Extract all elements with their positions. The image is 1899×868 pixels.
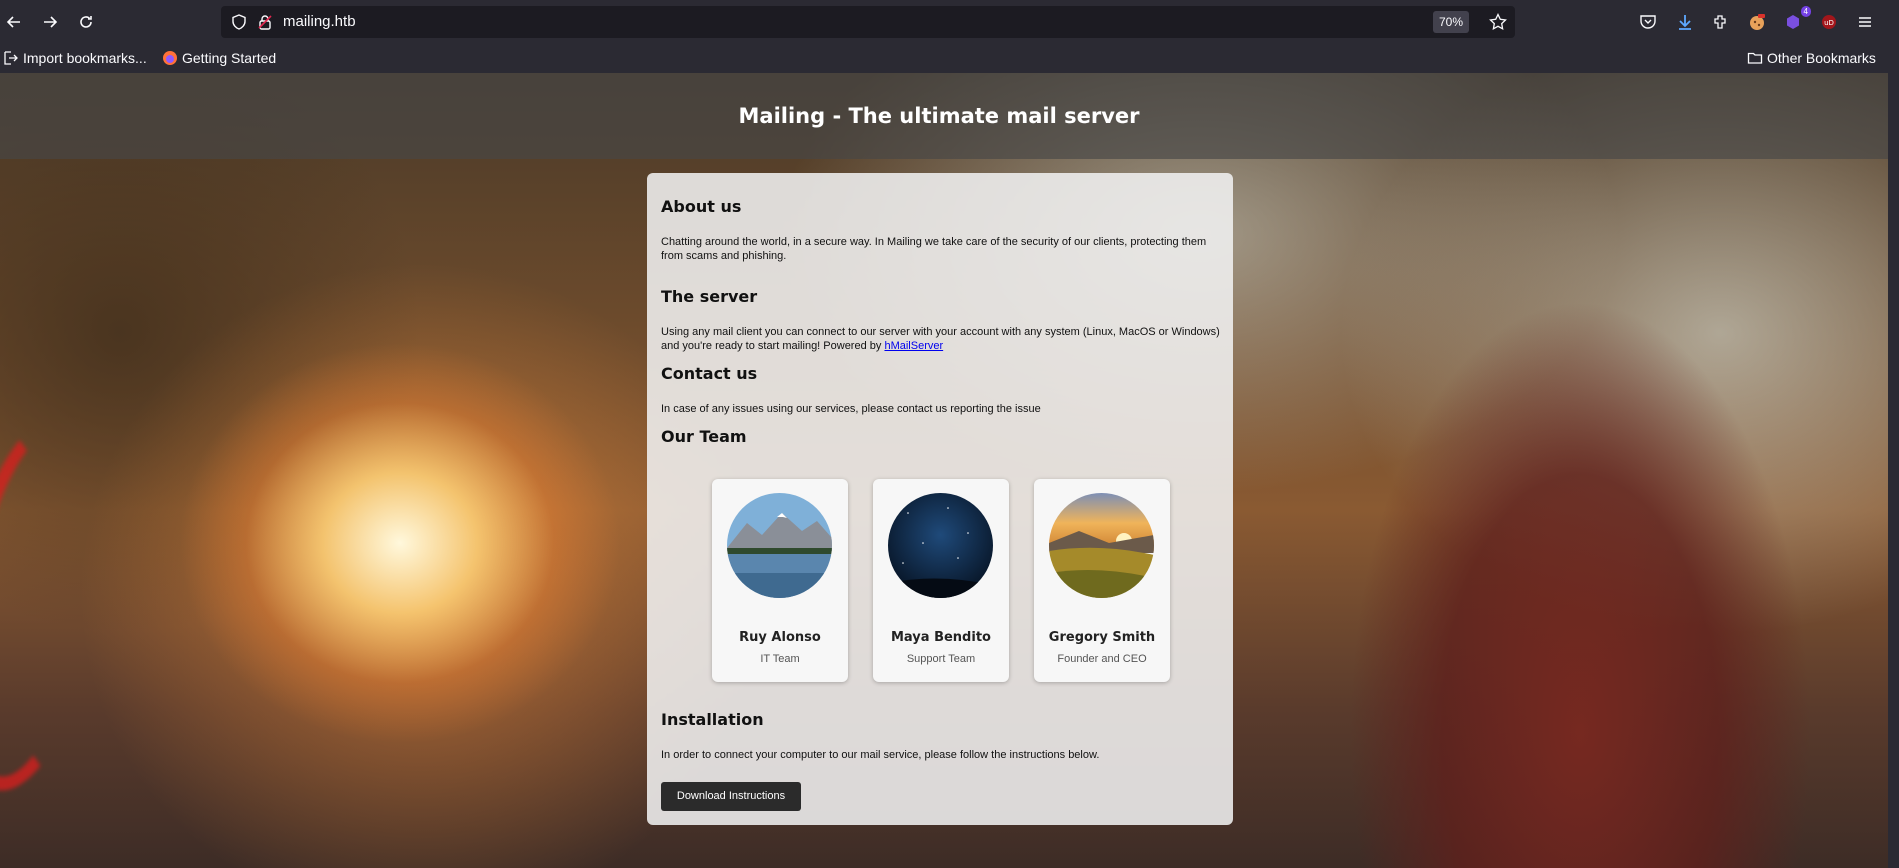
member-role: Support Team <box>906 653 976 665</box>
team-member-card: Maya Bendito Support Team <box>873 479 1009 682</box>
svg-text:uD: uD <box>1824 19 1834 27</box>
download-instructions-button[interactable]: Download Instructions <box>661 782 801 811</box>
contact-heading: Contact us <box>661 364 758 383</box>
member-role: IT Team <box>760 653 800 665</box>
background-lens-flare <box>0 403 132 803</box>
avatar-night-sky <box>888 493 993 598</box>
lock-icon[interactable] <box>257 14 273 30</box>
zoom-level-badge[interactable]: 70% <box>1432 11 1469 33</box>
member-name: Gregory Smith <box>1048 630 1156 645</box>
url-bar[interactable]: mailing.htb 70% <box>221 6 1515 38</box>
member-name: Ruy Alonso <box>739 630 821 645</box>
browser-chrome: mailing.htb 70% 4 uD Import bookmarks...… <box>0 0 1899 73</box>
page-title: Mailing - The ultimate mail server <box>738 104 1140 128</box>
page-viewport: Mailing - The ultimate mail server About… <box>0 73 1888 868</box>
bookmark-getting-started[interactable]: Getting Started <box>162 49 276 67</box>
menu-icon[interactable] <box>1854 11 1876 33</box>
folder-icon <box>1747 52 1763 64</box>
ublock-icon[interactable]: uD <box>1818 11 1840 33</box>
url-text[interactable]: mailing.htb <box>283 13 356 30</box>
member-role: Founder and CEO <box>1057 653 1147 665</box>
team-member-card: Ruy Alonso IT Team <box>712 479 848 682</box>
contact-text: In case of any issues using our services… <box>661 403 1041 415</box>
extensions-icon[interactable] <box>1710 11 1732 33</box>
bookmark-getting-started-label: Getting Started <box>182 50 277 66</box>
forward-icon[interactable] <box>38 10 62 34</box>
page-scrollbar[interactable] <box>1888 73 1899 868</box>
container-extension-icon[interactable]: 4 <box>1782 6 1811 33</box>
extension-count-badge: 4 <box>1800 6 1811 17</box>
import-icon <box>4 51 18 65</box>
bookmark-import[interactable]: Import bookmarks... <box>3 49 147 67</box>
pocket-icon[interactable] <box>1637 11 1659 33</box>
firefox-icon <box>163 51 177 65</box>
bookmark-other-label: Other Bookmarks <box>1767 50 1876 66</box>
avatar-sunset-valley <box>1049 493 1154 598</box>
server-paragraph: Using any mail client you can connect to… <box>661 325 1221 353</box>
hmailserver-link[interactable]: hMailServer <box>884 340 943 352</box>
team-heading: Our Team <box>661 427 747 446</box>
cookie-extension-icon[interactable] <box>1746 11 1768 33</box>
bookmark-import-label: Import bookmarks... <box>23 50 147 66</box>
installation-text: In order to connect your computer to our… <box>661 749 1100 761</box>
back-icon[interactable] <box>2 10 26 34</box>
about-heading: About us <box>661 197 742 216</box>
about-text: Chatting around the world, in a secure w… <box>661 236 1207 262</box>
star-icon[interactable] <box>1489 12 1507 31</box>
bookmark-other[interactable]: Other Bookmarks <box>1747 49 1876 67</box>
installation-heading: Installation <box>661 710 764 729</box>
server-heading: The server <box>661 287 758 306</box>
member-name: Maya Bendito <box>891 630 991 645</box>
reload-icon[interactable] <box>74 10 98 34</box>
site-header: Mailing - The ultimate mail server <box>0 73 1888 159</box>
browser-toolbar: mailing.htb 70% 4 uD <box>0 0 1899 44</box>
download-icon[interactable] <box>1674 11 1696 33</box>
content-card: About us Chatting around the world, in a… <box>647 173 1233 825</box>
bookmarks-toolbar: Import bookmarks... Getting Started Othe… <box>0 44 1899 73</box>
team-member-card: Gregory Smith Founder and CEO <box>1034 479 1170 682</box>
shield-icon[interactable] <box>231 14 247 30</box>
avatar-mountain-lake <box>727 493 832 598</box>
